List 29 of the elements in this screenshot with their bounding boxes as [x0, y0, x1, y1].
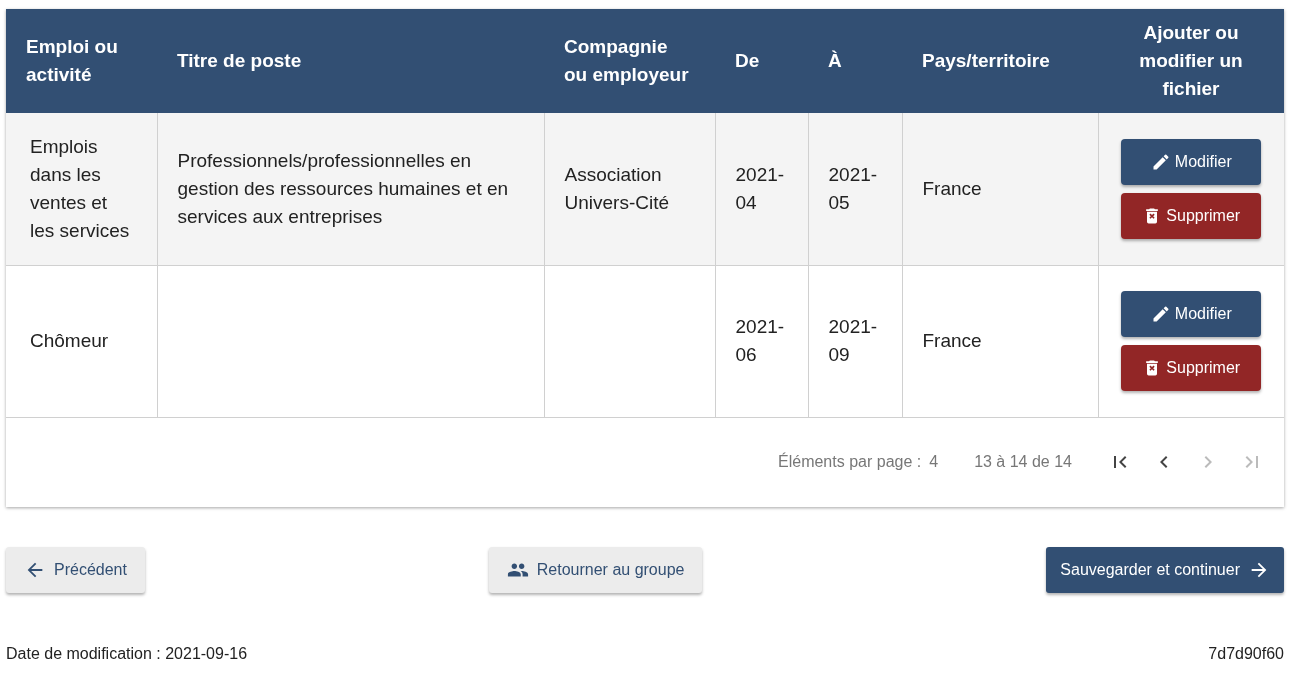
- save-continue-button[interactable]: Sauvegarder et continuer: [1046, 546, 1284, 593]
- delete-button[interactable]: Supprimer: [1121, 345, 1262, 391]
- page-range: 13 à 14 de 14: [974, 453, 1072, 471]
- column-header: À: [808, 9, 902, 113]
- return-to-group-button[interactable]: Retourner au groupe: [488, 546, 703, 593]
- table-cell: Association Univers-Cité: [564, 163, 670, 213]
- table-cell: 2021-04: [735, 163, 785, 213]
- table-cell: 2021-09: [828, 316, 878, 365]
- column-header: Pays/territoire: [902, 9, 1098, 113]
- modified-date: Date de modification : 2021-09-16: [6, 644, 248, 663]
- column-header: De: [715, 9, 808, 113]
- table-cell: 2021-06: [735, 316, 785, 365]
- column-header: Emploi ou activité: [6, 9, 157, 113]
- table-cell: France: [922, 177, 982, 199]
- items-per-page-label: Éléments par page :: [778, 453, 922, 471]
- table-cell: Emplois dans les ventes et les services: [30, 135, 130, 241]
- version-hash: 7d7d90f60: [1208, 644, 1284, 663]
- edit-button[interactable]: Modifier: [1121, 138, 1262, 185]
- table-cell: 2021-05: [828, 163, 878, 213]
- column-header: Compagnie ou employeur: [544, 9, 715, 113]
- table-cell: Professionnels/professionnelles en gestion des ressources humaines et en services aux entreprises: [177, 149, 509, 227]
- back-button[interactable]: Précédent: [6, 546, 145, 593]
- edit-button[interactable]: Modifier: [1121, 291, 1262, 337]
- delete-button[interactable]: Supprimer: [1121, 192, 1262, 239]
- table-cell: France: [922, 330, 982, 351]
- column-header: Titre de poste: [157, 9, 544, 113]
- items-per-page-select[interactable]: 4: [929, 453, 939, 471]
- column-header: Ajouter ou modifier un fichier: [1098, 9, 1284, 113]
- table-cell: Chômeur: [30, 330, 109, 351]
